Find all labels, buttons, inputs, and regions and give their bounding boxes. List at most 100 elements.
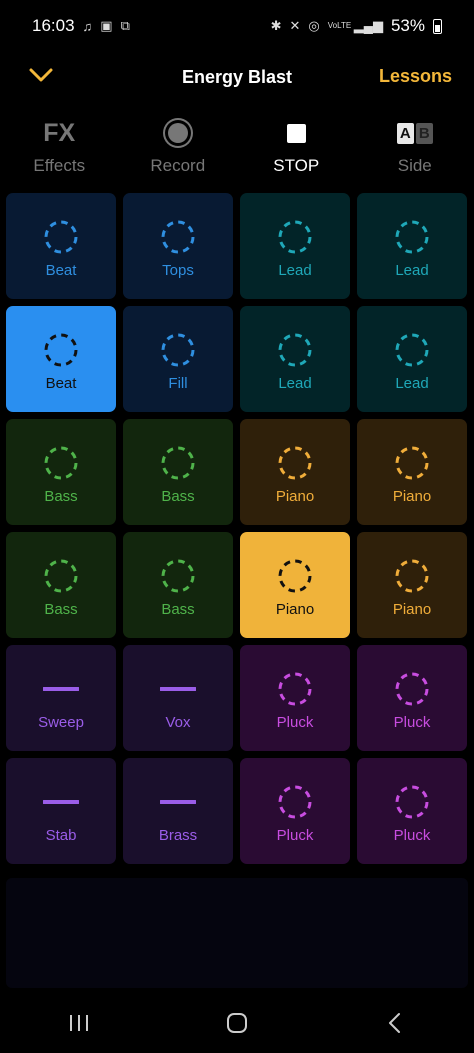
record-label: Record <box>150 156 206 175</box>
pad[interactable]: Piano <box>357 532 467 638</box>
status-time: 16:03 <box>32 16 75 35</box>
dashed-circle-icon <box>395 446 429 480</box>
pad-label: Sweep <box>38 714 84 731</box>
pad[interactable]: Lead <box>357 193 467 299</box>
pad-label: Pluck <box>393 827 431 844</box>
toolbar: FX Effects Record STOP AB Side <box>0 118 474 180</box>
pad-label: Lead <box>395 375 429 392</box>
screen-share-icon: ⧉ <box>120 18 130 33</box>
pad[interactable]: Beat <box>6 306 116 412</box>
effects-label: Effects <box>33 156 86 175</box>
home-button[interactable] <box>207 1003 267 1043</box>
dashed-circle-icon <box>161 446 195 480</box>
pad[interactable]: Tops <box>123 193 233 299</box>
recent-apps-icon <box>70 1015 88 1031</box>
dashed-circle-icon <box>278 559 312 593</box>
pad[interactable]: Sweep <box>6 645 116 751</box>
pad[interactable]: Vox <box>123 645 233 751</box>
back-icon <box>389 1013 400 1033</box>
pad-label: Brass <box>158 827 198 844</box>
ab-side-icon: AB <box>396 118 433 148</box>
pad-label: Lead <box>278 262 312 279</box>
dashed-circle-icon <box>278 220 312 254</box>
pad[interactable]: Bass <box>123 419 233 525</box>
side-button[interactable]: AB Side <box>356 118 474 176</box>
pad[interactable]: Lead <box>240 306 350 412</box>
pad-label: Fill <box>168 375 188 392</box>
pad-label: Bass <box>161 601 195 618</box>
fx-icon: FX <box>43 118 76 147</box>
pad-label: Bass <box>44 488 78 505</box>
stop-button[interactable]: STOP <box>237 118 356 176</box>
pad[interactable]: Pluck <box>240 645 350 751</box>
pad[interactable]: Bass <box>6 532 116 638</box>
dashed-circle-icon <box>44 446 78 480</box>
stop-label: STOP <box>273 156 320 175</box>
pad[interactable]: Piano <box>240 532 350 638</box>
pad[interactable]: Pluck <box>240 758 350 864</box>
dashed-circle-icon <box>395 220 429 254</box>
recent-apps-button[interactable] <box>49 1003 109 1043</box>
back-button[interactable] <box>365 1003 425 1043</box>
dashed-circle-icon <box>395 785 429 819</box>
dash-line-icon <box>43 800 79 804</box>
pad-label: Pluck <box>276 827 314 844</box>
music-note-icon: ♫ <box>82 18 93 34</box>
home-icon <box>227 1013 247 1033</box>
effects-button[interactable]: FX Effects <box>0 118 119 176</box>
pad[interactable]: Brass <box>123 758 233 864</box>
dash-line-icon <box>160 687 196 691</box>
volte-icon: VoLTE <box>327 21 352 30</box>
dashed-circle-icon <box>278 446 312 480</box>
status-left: 16:03 ♫ ▣ ⧉ <box>32 16 130 36</box>
pad-grid: Beat Tops Lead Lead Beat Fill Lead Lead Bass Bass… <box>6 193 468 864</box>
pad[interactable]: Lead <box>357 306 467 412</box>
pad[interactable]: Fill <box>123 306 233 412</box>
pad[interactable]: Piano <box>357 419 467 525</box>
pad[interactable]: Bass <box>123 532 233 638</box>
battery-percent: 53% <box>390 16 425 35</box>
pad-label: Bass <box>161 488 195 505</box>
pad-label: Pluck <box>276 714 314 731</box>
dash-line-icon <box>160 800 196 804</box>
nav-bar <box>0 993 474 1053</box>
dashed-circle-icon <box>395 559 429 593</box>
dashed-circle-icon <box>278 785 312 819</box>
pad[interactable]: Beat <box>6 193 116 299</box>
lessons-button[interactable]: Lessons <box>379 66 452 87</box>
record-button[interactable]: Record <box>119 118 238 176</box>
side-label: Side <box>397 156 432 175</box>
dashed-circle-icon <box>161 559 195 593</box>
dashed-circle-icon <box>44 559 78 593</box>
dash-line-icon <box>43 687 79 691</box>
dashed-circle-icon <box>395 333 429 367</box>
pad-label: Bass <box>44 601 78 618</box>
pad-label: Beat <box>45 262 77 279</box>
dashed-circle-icon <box>44 333 78 367</box>
pad-label: Piano <box>275 601 315 618</box>
hotspot-icon: ◎ <box>308 18 320 33</box>
pad[interactable]: Pluck <box>357 758 467 864</box>
battery-icon <box>433 18 442 34</box>
page-title: Energy Blast <box>181 66 293 87</box>
pad-label: Tops <box>162 262 194 279</box>
bluetooth-icon: ✱ <box>270 18 282 33</box>
dashed-circle-icon <box>395 672 429 706</box>
pad[interactable]: Bass <box>6 419 116 525</box>
dashed-circle-icon <box>161 333 195 367</box>
status-bar: 16:03 ♫ ▣ ⧉ ✱ ✕ ◎ VoLTE ▂▄▆ 53% <box>0 0 474 52</box>
pad-label: Piano <box>392 601 432 618</box>
dashed-circle-icon <box>278 672 312 706</box>
chevron-down-icon[interactable] <box>28 64 54 86</box>
stop-icon <box>286 118 306 148</box>
empty-panel <box>6 878 468 988</box>
pad-label: Vox <box>165 714 191 731</box>
pad[interactable]: Piano <box>240 419 350 525</box>
pad[interactable]: Lead <box>240 193 350 299</box>
pad-label: Stab <box>45 827 77 844</box>
image-icon: ▣ <box>100 18 113 33</box>
pad[interactable]: Pluck <box>357 645 467 751</box>
pad[interactable]: Stab <box>6 758 116 864</box>
header: Energy Blast Lessons <box>0 52 474 102</box>
mute-icon: ✕ <box>289 18 301 33</box>
